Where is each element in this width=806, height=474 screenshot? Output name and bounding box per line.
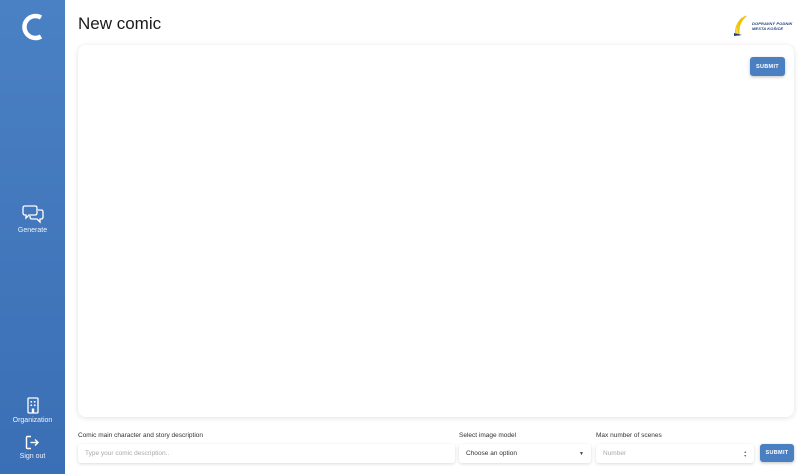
chat-bubbles-icon — [21, 205, 44, 224]
sidebar-item-label: Sign out — [19, 453, 46, 460]
company-logo: DOPRAVNÝ PODNIK MESTA KOŠICE — [733, 15, 795, 37]
sidebar-item-label: Generate — [17, 227, 48, 234]
company-logo-mark-icon — [734, 15, 747, 37]
max-scenes-label: Max number of scenes — [596, 432, 662, 439]
form-submit-button[interactable]: SUBMIT — [760, 444, 794, 462]
description-input[interactable] — [78, 444, 455, 463]
image-model-select[interactable]: Choose an option ▼ — [459, 444, 591, 463]
description-label: Comic main character and story descripti… — [78, 432, 203, 439]
company-logo-text: DOPRAVNÝ PODNIK MESTA KOŠICE — [752, 21, 793, 31]
caret-down-icon: ▼ — [579, 450, 584, 457]
number-spinner-icon[interactable]: ▲ ▼ — [744, 450, 747, 458]
sidebar: Generate Organization Sign out — [0, 0, 65, 474]
max-scenes-placeholder: Number — [603, 450, 627, 457]
panel-submit-button[interactable]: SUBMIT — [750, 57, 785, 76]
app-logo-icon[interactable] — [20, 12, 46, 42]
sidebar-item-organization[interactable]: Organization — [0, 397, 65, 424]
image-model-label: Select image model — [459, 432, 517, 439]
building-icon — [26, 397, 39, 414]
sidebar-item-label: Organization — [12, 417, 53, 424]
sidebar-item-sign-out[interactable]: Sign out — [0, 435, 65, 460]
comic-preview-panel — [78, 45, 794, 417]
sidebar-item-generate[interactable]: Generate — [0, 204, 65, 234]
page-title: New comic — [78, 14, 162, 33]
max-scenes-input[interactable]: Number ▲ ▼ — [596, 444, 754, 463]
sign-out-icon — [25, 435, 39, 450]
company-logo-line2: MESTA KOŠICE — [752, 26, 784, 31]
image-model-selected-value: Choose an option — [466, 450, 517, 457]
